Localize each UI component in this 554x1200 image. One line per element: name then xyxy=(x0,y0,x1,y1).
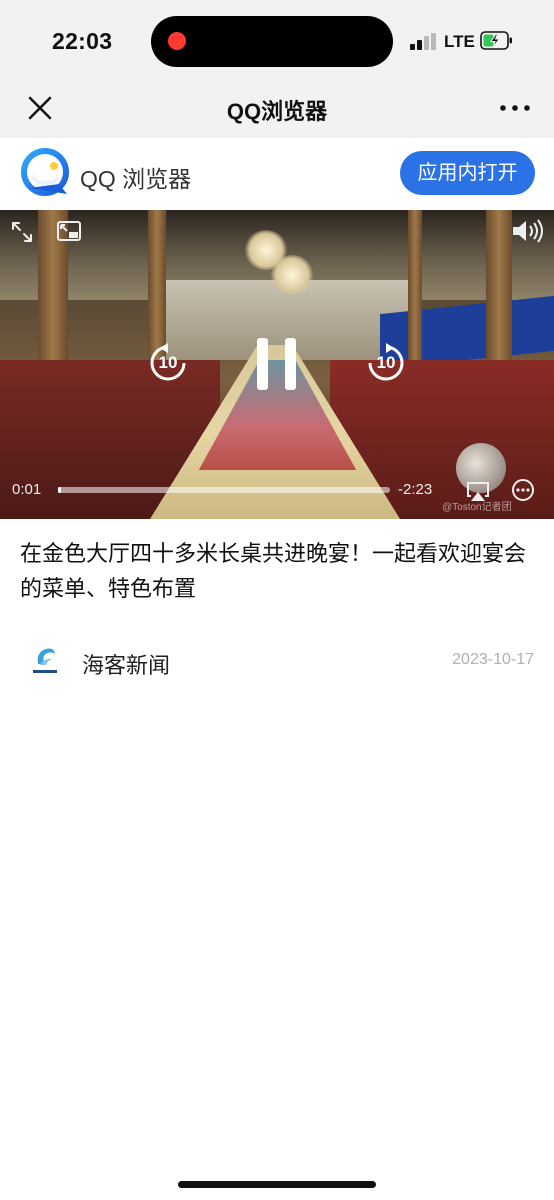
dynamic-island xyxy=(151,16,393,67)
elapsed-time: 0:01 xyxy=(12,481,42,498)
video-frame-pillar xyxy=(148,210,166,360)
progress-bar[interactable] xyxy=(58,487,390,493)
page-title: QQ浏览器 xyxy=(226,99,328,124)
video-frame-pillar xyxy=(486,210,512,360)
progress-fill xyxy=(58,487,61,493)
publish-date: 2023-10-17 xyxy=(452,651,534,668)
video-watermark: @Toston记者团 xyxy=(442,502,512,513)
video-frame-chandelier xyxy=(270,255,314,295)
more-options-icon[interactable] xyxy=(511,478,535,502)
recording-indicator-icon xyxy=(168,32,186,50)
video-frame-pillar xyxy=(408,210,422,360)
app-banner: QQ 浏览器 应用内打开 xyxy=(0,138,554,210)
video-player[interactable]: 10 10 0:01 -2:23 @Toston记者团 xyxy=(0,210,554,519)
network-type: LTE xyxy=(444,32,475,51)
status-time: 22:03 xyxy=(52,28,113,54)
skip-back-label: 10 xyxy=(158,353,178,372)
pause-icon[interactable] xyxy=(285,338,296,390)
source-row[interactable]: 海客新闻 2023-10-17 xyxy=(0,640,554,684)
app-name: QQ 浏览器 xyxy=(80,166,192,192)
cellular-signal-icon xyxy=(410,33,438,50)
battery-charging-icon xyxy=(480,31,512,50)
source-name[interactable]: 海客新闻 xyxy=(82,648,170,680)
volume-icon[interactable] xyxy=(510,218,544,244)
remaining-time: -2:23 xyxy=(398,481,433,498)
article-title: 在金色大厅四十多米长桌共进晚宴！一起看欢迎宴会的菜单、特色布置 xyxy=(20,541,527,601)
open-in-app-button[interactable]: 应用内打开 xyxy=(400,151,535,195)
more-icon[interactable] xyxy=(498,94,532,122)
qq-browser-logo-icon xyxy=(21,148,69,196)
picture-in-picture-icon[interactable] xyxy=(56,220,82,242)
home-indicator[interactable] xyxy=(178,1181,376,1188)
nav-bar: QQ浏览器 xyxy=(0,80,554,138)
fullscreen-icon[interactable] xyxy=(10,220,34,244)
source-logo-icon xyxy=(33,648,57,673)
status-bar: 22:03 LTE xyxy=(0,0,554,80)
pause-icon[interactable] xyxy=(257,338,268,390)
skip-forward-label: 10 xyxy=(376,353,396,372)
